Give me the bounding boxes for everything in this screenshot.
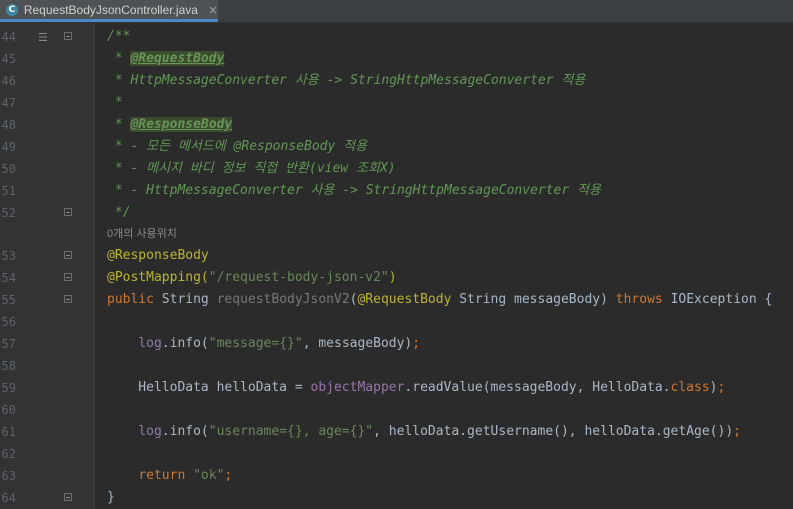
fold-icon[interactable] — [64, 32, 72, 40]
code-line: 62 — [0, 443, 793, 465]
line-number: 57 — [1, 337, 16, 351]
code-line: 51 * - HttpMessageConverter 사용 -> String… — [0, 180, 793, 202]
code-text: * @ResponseBody — [107, 117, 233, 132]
code-text: log.info("message={}", messageBody); — [138, 336, 421, 351]
code-line: 63 return "ok"; — [0, 465, 793, 487]
line-number: 64 — [1, 491, 16, 505]
line-number: 54 — [1, 271, 16, 285]
code-text: @ResponseBody — [107, 248, 209, 263]
fold-icon[interactable] — [64, 493, 72, 501]
line-number: 52 — [1, 206, 16, 220]
code-text: * - 메시지 바디 정보 직접 반환(view 조회X) — [107, 161, 396, 176]
line-number: 63 — [1, 469, 16, 483]
java-class-icon: C — [6, 3, 18, 16]
code-text: } — [107, 490, 115, 505]
line-number: 55 — [1, 293, 16, 307]
code-line: 54 @PostMapping("/request-body-json-v2") — [0, 267, 793, 289]
code-line: 44 ☰ /** — [0, 26, 793, 48]
code-line: 57 log.info("message={}", messageBody); — [0, 333, 793, 355]
fold-icon[interactable] — [64, 251, 72, 259]
code-line: 56 — [0, 311, 793, 333]
usages-hint-line: 0개의 사용위치 — [0, 223, 793, 245]
fold-icon[interactable] — [64, 208, 72, 216]
line-number: 59 — [1, 381, 16, 395]
code-line: 46 * HttpMessageConverter 사용 -> StringHt… — [0, 70, 793, 92]
editor-tab-bar: C RequestBodyJsonController.java × — [0, 0, 793, 23]
code-text: return "ok"; — [138, 468, 233, 483]
line-number: 49 — [1, 140, 16, 154]
code-line: 52 */ — [0, 202, 793, 224]
line-number: 46 — [1, 74, 16, 88]
code-text: /** — [107, 29, 131, 44]
code-line: 47 * — [0, 92, 793, 114]
code-line: 60 — [0, 399, 793, 421]
code-text: public String requestBodyJsonV2(@Request… — [107, 292, 773, 307]
code-line: 45 * @RequestBody — [0, 48, 793, 70]
code-line: 59 HelloData helloData = objectMapper.re… — [0, 377, 793, 399]
line-number: 47 — [1, 96, 16, 110]
line-number: 61 — [1, 425, 16, 439]
tab-filename: RequestBodyJsonController.java — [23, 2, 198, 17]
line-number: 58 — [1, 359, 16, 373]
close-icon[interactable]: × — [208, 3, 218, 17]
code-line: 55 public String requestBodyJsonV2(@Requ… — [0, 289, 793, 311]
code-line: 48 * @ResponseBody — [0, 114, 793, 136]
usages-hint[interactable]: 0개의 사용위치 — [107, 223, 177, 245]
code-text: * - HttpMessageConverter 사용 -> StringHtt… — [107, 183, 601, 198]
code-text: HelloData helloData = objectMapper.readV… — [107, 380, 726, 395]
code-line: 49 * - 모든 메서드에 @ResponseBody 적용 — [0, 136, 793, 158]
line-number: 44 — [1, 30, 16, 44]
line-number: 60 — [1, 403, 16, 417]
code-text: @PostMapping("/request-body-json-v2") — [107, 270, 397, 285]
line-number: 62 — [1, 447, 16, 461]
code-line: 64 } — [0, 487, 793, 509]
code-line: 58 — [0, 355, 793, 377]
code-editor[interactable]: 44 ☰ /** 45 * @RequestBody 46 * HttpMess… — [0, 23, 793, 509]
file-tab[interactable]: C RequestBodyJsonController.java × — [0, 0, 218, 22]
code-text: * — [107, 95, 123, 110]
code-text: * HttpMessageConverter 사용 -> StringHttpM… — [107, 73, 586, 88]
fold-icon[interactable] — [64, 295, 72, 303]
fold-icon[interactable] — [64, 273, 72, 281]
render-doc-icon[interactable]: ☰ — [38, 31, 52, 44]
code-text: log.info("username={}, age={}", helloDat… — [138, 424, 741, 439]
line-number: 45 — [1, 52, 16, 66]
line-number: 56 — [1, 315, 16, 329]
line-number: 50 — [1, 162, 16, 176]
code-text: * - 모든 메서드에 @ResponseBody 적용 — [107, 139, 368, 154]
code-text: */ — [107, 205, 131, 220]
line-number: 48 — [1, 118, 16, 132]
line-number: 51 — [1, 184, 16, 198]
code-line: 50 * - 메시지 바디 정보 직접 반환(view 조회X) — [0, 158, 793, 180]
code-line: 61 log.info("username={}, age={}", hello… — [0, 421, 793, 443]
line-number: 53 — [1, 249, 16, 263]
code-text: * @RequestBody — [107, 51, 225, 66]
code-line: 53 @ResponseBody — [0, 245, 793, 267]
